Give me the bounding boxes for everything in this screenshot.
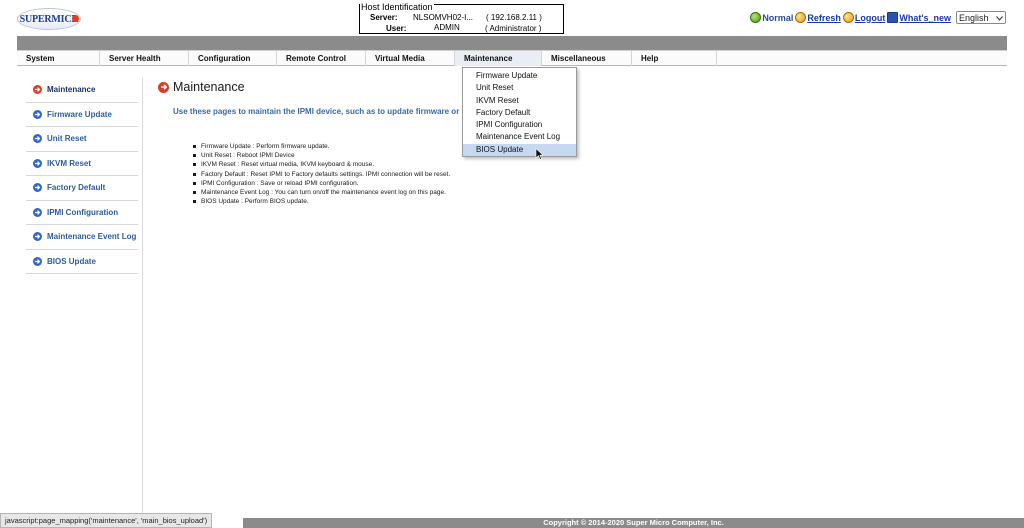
language-value: English: [959, 12, 989, 23]
header-gray-bar: [17, 36, 1007, 50]
sidebar-item-firmware-update[interactable]: Firmware Update: [26, 103, 138, 127]
sidebar-item-factory-default[interactable]: Factory Default: [26, 176, 138, 201]
sidebar-item-bios-update[interactable]: BIOS Update: [26, 250, 138, 274]
tab-virtual-media[interactable]: Virtual Media: [366, 51, 455, 66]
menu-item-firmware-update[interactable]: Firmware Update: [463, 70, 576, 82]
sidebar-item-label: IPMI Configuration: [47, 207, 119, 217]
refresh-icon[interactable]: [795, 12, 807, 23]
bullet-icon: [193, 145, 196, 149]
sidebar-item-maintenance[interactable]: Maintenance: [26, 78, 138, 103]
sidebar-item-label: Maintenance: [47, 85, 96, 95]
top-toolbar: Normal Refresh Logout What's_new English: [750, 11, 1006, 24]
sidebar-item-maintenance-event-log[interactable]: Maintenance Event Log: [26, 225, 138, 250]
sidebar-item-label: Maintenance Event Log: [47, 232, 137, 242]
tab-help[interactable]: Help: [632, 51, 717, 66]
menu-item-bios-update[interactable]: BIOS Update: [463, 143, 576, 157]
arrow-right-icon: [33, 85, 42, 95]
tab-system[interactable]: System: [17, 51, 100, 66]
arrow-right-icon: [33, 134, 42, 144]
whats-new-link[interactable]: What's_new: [899, 13, 951, 23]
list-item-text: Unit Reset : Reboot IPMI Device: [201, 152, 295, 160]
list-item-text: IKVM Reset : Reset virtual media, IKVM k…: [201, 161, 375, 169]
logout-icon[interactable]: [842, 12, 854, 23]
logo-text: SUPERMICR: [19, 13, 79, 25]
menu-item-unit-reset[interactable]: Unit Reset: [463, 82, 576, 94]
sidebar-item-label: BIOS Update: [47, 256, 96, 266]
normal-status-label: Normal: [762, 12, 794, 23]
menu-item-factory-default[interactable]: Factory Default: [463, 107, 576, 119]
server-ip: ( 192.168.2.11 ): [486, 13, 542, 22]
bullet-icon: [193, 172, 196, 176]
sidebar-divider: [142, 78, 143, 514]
language-select[interactable]: English: [956, 11, 1006, 24]
bullet-icon: [193, 163, 196, 167]
arrow-right-icon: [33, 232, 42, 242]
whats-new-icon[interactable]: [887, 12, 899, 23]
user-role: ( Administrator ): [485, 24, 542, 33]
header: SUPERMICR Host Identification Server: NL…: [0, 0, 1024, 36]
tab-miscellaneous[interactable]: Miscellaneous: [542, 51, 632, 66]
footer-copyright: Copyright © 2014-2020 Super Micro Comput…: [243, 518, 1024, 528]
tab-remote-control[interactable]: Remote Control: [277, 51, 366, 66]
list-item-text: Factory Default : Reset IPMI to Factory …: [201, 170, 451, 178]
maintenance-dropdown-menu: Firmware Update Unit Reset IKVM Reset Fa…: [462, 67, 577, 157]
description-list: Firmware Update : Perform firmware updat…: [193, 142, 450, 206]
bullet-icon: [193, 200, 196, 204]
bullet-icon: [193, 154, 196, 158]
chevron-down-icon: [996, 13, 1003, 23]
arrow-right-icon: [33, 207, 42, 217]
tab-maintenance[interactable]: Maintenance: [455, 51, 542, 66]
arrow-right-icon: [33, 183, 42, 193]
list-item: Factory Default : Reset IPMI to Factory …: [193, 170, 450, 179]
menu-item-maintenance-event-log[interactable]: Maintenance Event Log: [463, 131, 576, 143]
list-item: Firmware Update : Perform firmware updat…: [193, 142, 450, 151]
list-item-text: Maintenance Event Log : You can turn on/…: [201, 188, 446, 196]
list-item: BIOS Update : Perform BIOS update.: [193, 197, 450, 206]
sidebar-item-ipmi-configuration[interactable]: IPMI Configuration: [26, 201, 138, 225]
tab-configuration[interactable]: Configuration: [189, 51, 277, 66]
page-title: Maintenance: [158, 80, 245, 94]
sidebar-item-label: Factory Default: [47, 183, 106, 193]
refresh-link[interactable]: Refresh: [807, 13, 841, 23]
bullet-icon: [193, 181, 196, 185]
user-name: ADMIN: [434, 23, 460, 32]
sidebar-item-label: Unit Reset: [47, 134, 87, 144]
normal-status-icon: [750, 12, 762, 23]
server-name: NLSOMVH02-I...: [413, 13, 474, 22]
sidebar-item-label: Firmware Update: [47, 109, 112, 119]
arrow-right-icon: [158, 81, 169, 93]
sidebar-item-ikvm-reset[interactable]: IKVM Reset: [26, 152, 138, 176]
list-item-text: BIOS Update : Perform BIOS update.: [201, 198, 309, 206]
sidebar-item-label: IKVM Reset: [47, 158, 92, 168]
list-item-text: Firmware Update : Perform firmware updat…: [201, 143, 330, 150]
arrow-right-icon: [33, 256, 42, 266]
list-item: IPMI Configuration : Save or reload IPMI…: [193, 179, 450, 188]
bullet-icon: [193, 191, 196, 195]
logout-link[interactable]: Logout: [855, 13, 886, 23]
main-nav: System Server Health Configuration Remot…: [17, 50, 1007, 66]
host-identification-box: Host Identification Server: NLSOMVH02-I.…: [359, 2, 564, 34]
browser-status-bar: javascript:page_mapping('maintenance', '…: [0, 513, 213, 528]
page-title-text: Maintenance: [173, 80, 245, 94]
tab-server-health[interactable]: Server Health: [100, 51, 189, 66]
sidebar: Maintenance Firmware Update Unit Reset I…: [26, 78, 138, 274]
list-item-text: IPMI Configuration : Save or reload IPMI…: [201, 179, 359, 187]
user-label: User:: [386, 24, 407, 33]
logo-dot: [72, 15, 79, 22]
host-identification-legend: Host Identification: [360, 2, 434, 12]
server-label: Server:: [370, 13, 398, 22]
menu-item-ikvm-reset[interactable]: IKVM Reset: [463, 95, 576, 107]
intro-text: Use these pages to maintain the IPMI dev…: [173, 107, 460, 116]
list-item: Unit Reset : Reboot IPMI Device: [193, 151, 450, 160]
list-item: IKVM Reset : Reset virtual media, IKVM k…: [193, 160, 450, 169]
sidebar-item-unit-reset[interactable]: Unit Reset: [26, 127, 138, 152]
menu-item-ipmi-configuration[interactable]: IPMI Configuration: [463, 119, 576, 131]
list-item: Maintenance Event Log : You can turn on/…: [193, 188, 450, 197]
arrow-right-icon: [33, 158, 42, 168]
arrow-right-icon: [33, 109, 42, 119]
mouse-cursor-icon: [535, 147, 545, 160]
supermicro-logo[interactable]: SUPERMICR: [17, 8, 81, 30]
